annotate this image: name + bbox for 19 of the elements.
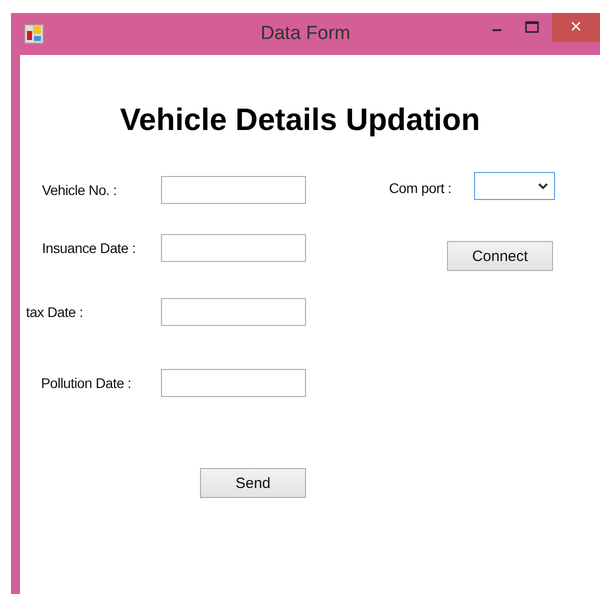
send-button[interactable]: Send	[200, 468, 306, 498]
maximize-icon	[525, 21, 539, 33]
com-port-dropdown[interactable]	[474, 172, 555, 200]
field-label: Vehicle No. :	[41, 182, 118, 198]
form-heading: Vehicle Details Updation	[118, 102, 482, 138]
close-button[interactable]: ×	[552, 13, 600, 42]
field-label: Insuance Date :	[41, 240, 137, 256]
input-field[interactable]	[161, 234, 306, 262]
input-field[interactable]	[161, 298, 306, 326]
field-label: Pollution Date :	[40, 375, 132, 391]
field-label: Com port :	[389, 180, 452, 196]
form-icon	[24, 24, 44, 44]
input-field[interactable]	[161, 369, 306, 397]
minimize-button[interactable]: –	[482, 15, 512, 44]
chevron-down-icon	[538, 182, 548, 190]
input-field[interactable]	[161, 176, 306, 204]
field-label: tax Date :	[25, 304, 84, 320]
connect-button[interactable]: Connect	[447, 241, 553, 271]
window-title: Data Form	[260, 23, 352, 45]
